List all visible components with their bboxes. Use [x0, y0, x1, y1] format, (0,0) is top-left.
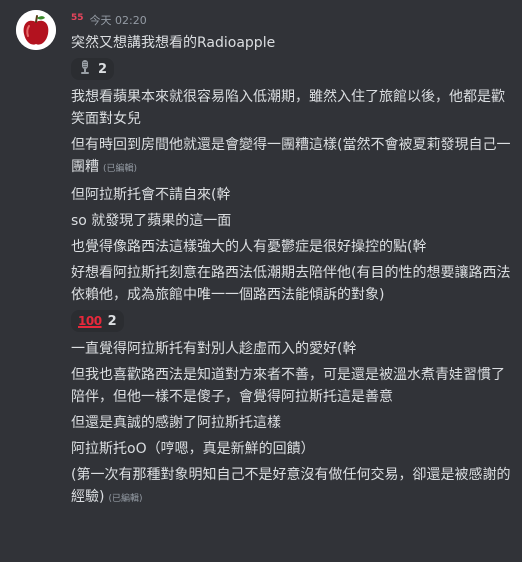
message-text: 但我也喜歡路西法是知道對方來者不善，可是還是被溫水煮青娃習慣了陪伴，但他一樣不是… — [71, 364, 511, 408]
edited-label: (已編輯) — [108, 494, 143, 504]
message-body: 也覺得像路西法這樣強大的人有憂鬱症是很好操控的點(幹 — [71, 239, 427, 255]
message-body: 但還是真誠的感謝了阿拉斯托這樣 — [71, 415, 281, 431]
message-text: 好想看阿拉斯托刻意在路西法低潮期去陪伴他(有目的性的想要讓路西法依賴他，成為旅館… — [71, 262, 511, 306]
username[interactable]: 55 — [71, 13, 84, 23]
message-body: so 就發現了蘋果的這一面 — [71, 213, 232, 229]
message-text: 一直覺得阿拉斯托有對別人趁虛而入的愛好(幹 — [71, 338, 511, 360]
message-text: 也覺得像路西法這樣強大的人有憂鬱症是很好操控的點(幹 — [71, 236, 511, 258]
message-text: 但有時回到房間他就還是會變得一團糟這樣(當然不會被夏莉發現自己一團糟 (已編輯) — [71, 134, 511, 180]
edited-label: (已編輯) — [103, 164, 138, 174]
message-body: 一直覺得阿拉斯托有對別人趁虛而入的愛好(幹 — [71, 341, 357, 357]
message-group: 突然又想講我想看的Radioapple 2 我想看蘋果本來就很容易陷入低潮期，雖然入… — [71, 32, 511, 514]
hundred-points-emoji-icon: 100 — [78, 314, 102, 328]
message-body: 阿拉斯托oO（哼嗯，真是新鮮的回饋） — [71, 441, 315, 457]
message-body: 突然又想講我想看的Radioapple — [71, 35, 276, 51]
message-text: 但還是真誠的感謝了阿拉斯托這樣 — [71, 412, 511, 434]
message-text: 突然又想講我想看的Radioapple — [71, 32, 511, 54]
reaction-row: 2 — [71, 58, 511, 86]
avatar[interactable] — [16, 10, 56, 50]
reaction-row: 100 2 — [71, 310, 511, 338]
message-body: 好想看阿拉斯托刻意在路西法低潮期去陪伴他(有目的性的想要讓路西法依賴他，成為旅館… — [71, 265, 511, 303]
message-header: 55 今天 02:20 — [71, 12, 147, 28]
apple-icon — [16, 10, 56, 50]
message-text: 我想看蘋果本來就很容易陷入低潮期，雖然入住了旅館以後，他都是歡笑面對女兒 — [71, 86, 511, 130]
reaction-count: 2 — [107, 313, 117, 329]
reaction-count: 2 — [98, 61, 108, 77]
message-text: 但阿拉斯托會不請自來(幹 — [71, 184, 511, 206]
message-text: (第一次有那種對象明知自己不是好意沒有做任何交易，卻還是被感謝的經驗) (已編輯) — [71, 464, 511, 510]
message-text: so 就發現了蘋果的這一面 — [71, 210, 511, 232]
message-body: 但阿拉斯托會不請自來(幹 — [71, 187, 231, 203]
message-body: 我想看蘋果本來就很容易陷入低潮期，雖然入住了旅館以後，他都是歡笑面對女兒 — [71, 89, 505, 127]
message-text: 阿拉斯托oO（哼嗯，真是新鮮的回饋） — [71, 438, 511, 460]
reaction-button[interactable]: 2 — [71, 58, 115, 80]
timestamp: 今天 02:20 — [89, 14, 147, 27]
microphone-emoji-icon — [78, 59, 92, 79]
reaction-button[interactable]: 100 2 — [71, 310, 124, 332]
message-body: 但我也喜歡路西法是知道對方來者不善，可是還是被溫水煮青娃習慣了陪伴，但他一樣不是… — [71, 367, 505, 405]
